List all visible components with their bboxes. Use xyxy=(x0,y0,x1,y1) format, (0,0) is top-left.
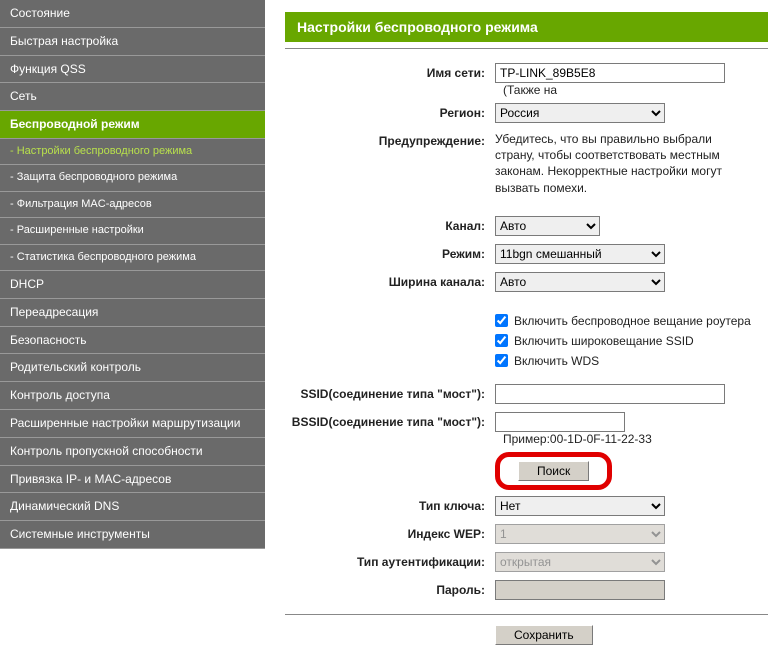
region-label: Регион: xyxy=(285,103,495,120)
wds-label: Включить WDS xyxy=(514,354,599,368)
bridge-bssid-input[interactable] xyxy=(495,412,625,432)
bridge-ssid-label: SSID(соединение типа "мост"): xyxy=(285,384,495,401)
sidebar-item-13[interactable]: Родительский контроль xyxy=(0,354,265,382)
sidebar-item-1[interactable]: Быстрая настройка xyxy=(0,28,265,56)
sidebar-item-17[interactable]: Привязка IP- и MAC-адресов xyxy=(0,466,265,494)
width-select[interactable]: Авто xyxy=(495,272,665,292)
divider xyxy=(285,48,768,49)
sidebar-item-9[interactable]: - Статистика беспроводного режима xyxy=(0,245,265,271)
sidebar-item-0[interactable]: Состояние xyxy=(0,0,265,28)
broadcast-label: Включить беспроводное вещание роутера xyxy=(514,314,751,328)
mode-select[interactable]: 11bgn смешанный xyxy=(495,244,665,264)
region-select[interactable]: Россия xyxy=(495,103,665,123)
content-area: Настройки беспроводного режима Имя сети:… xyxy=(265,0,768,587)
save-button[interactable]: Сохранить xyxy=(495,625,593,645)
sidebar-item-11[interactable]: Переадресация xyxy=(0,299,265,327)
sidebar-item-2[interactable]: Функция QSS xyxy=(0,56,265,84)
wep-select: 1 xyxy=(495,524,665,544)
sidebar-item-3[interactable]: Сеть xyxy=(0,83,265,111)
ssid-input[interactable] xyxy=(495,63,725,83)
sidebar-item-4[interactable]: Беспроводной режим xyxy=(0,111,265,139)
keytype-select[interactable]: Нет xyxy=(495,496,665,516)
keytype-label: Тип ключа: xyxy=(285,496,495,513)
broadcast-checkbox[interactable] xyxy=(495,314,508,327)
auth-select: открытая xyxy=(495,552,665,572)
sidebar-item-6[interactable]: - Защита беспроводного режима xyxy=(0,165,265,191)
mode-label: Режим: xyxy=(285,244,495,261)
sidebar-item-14[interactable]: Контроль доступа xyxy=(0,382,265,410)
page-title: Настройки беспроводного режима xyxy=(285,12,768,42)
bridge-ssid-input[interactable] xyxy=(495,384,725,404)
warning-text: Убедитесь, что вы правильно выбрали стра… xyxy=(495,131,750,196)
sidebar-item-19[interactable]: Системные инструменты xyxy=(0,521,265,549)
sidebar-item-10[interactable]: DHCP xyxy=(0,271,265,299)
channel-label: Канал: xyxy=(285,216,495,233)
sidebar-item-8[interactable]: - Расширенные настройки xyxy=(0,218,265,244)
warning-label: Предупреждение: xyxy=(285,131,495,148)
ssid-note: (Также на xyxy=(503,83,557,97)
sidebar: СостояниеБыстрая настройкаФункция QSSСет… xyxy=(0,0,265,587)
bridge-bssid-label: BSSID(соединение типа "мост"): xyxy=(285,412,495,429)
ssid-broadcast-checkbox[interactable] xyxy=(495,334,508,347)
wds-checkbox[interactable] xyxy=(495,354,508,367)
channel-select[interactable]: Авто xyxy=(495,216,600,236)
pass-label: Пароль: xyxy=(285,580,495,597)
sidebar-item-5[interactable]: - Настройки беспроводного режима xyxy=(0,139,265,165)
ssid-label: Имя сети: xyxy=(285,63,495,80)
sidebar-item-7[interactable]: - Фильтрация MAC-адресов xyxy=(0,192,265,218)
bssid-example: Пример:00-1D-0F-11-22-33 xyxy=(503,432,652,446)
ssid-broadcast-label: Включить широковещание SSID xyxy=(514,334,694,348)
sidebar-item-16[interactable]: Контроль пропускной способности xyxy=(0,438,265,466)
wep-label: Индекс WEP: xyxy=(285,524,495,541)
width-label: Ширина канала: xyxy=(285,272,495,289)
search-button[interactable]: Поиск xyxy=(518,461,589,481)
divider xyxy=(285,614,768,615)
sidebar-item-15[interactable]: Расширенные настройки маршрутизации xyxy=(0,410,265,438)
sidebar-item-18[interactable]: Динамический DNS xyxy=(0,493,265,521)
pass-input xyxy=(495,580,665,600)
sidebar-item-12[interactable]: Безопасность xyxy=(0,327,265,355)
search-highlight: Поиск xyxy=(495,452,612,490)
auth-label: Тип аутентификации: xyxy=(285,552,495,569)
